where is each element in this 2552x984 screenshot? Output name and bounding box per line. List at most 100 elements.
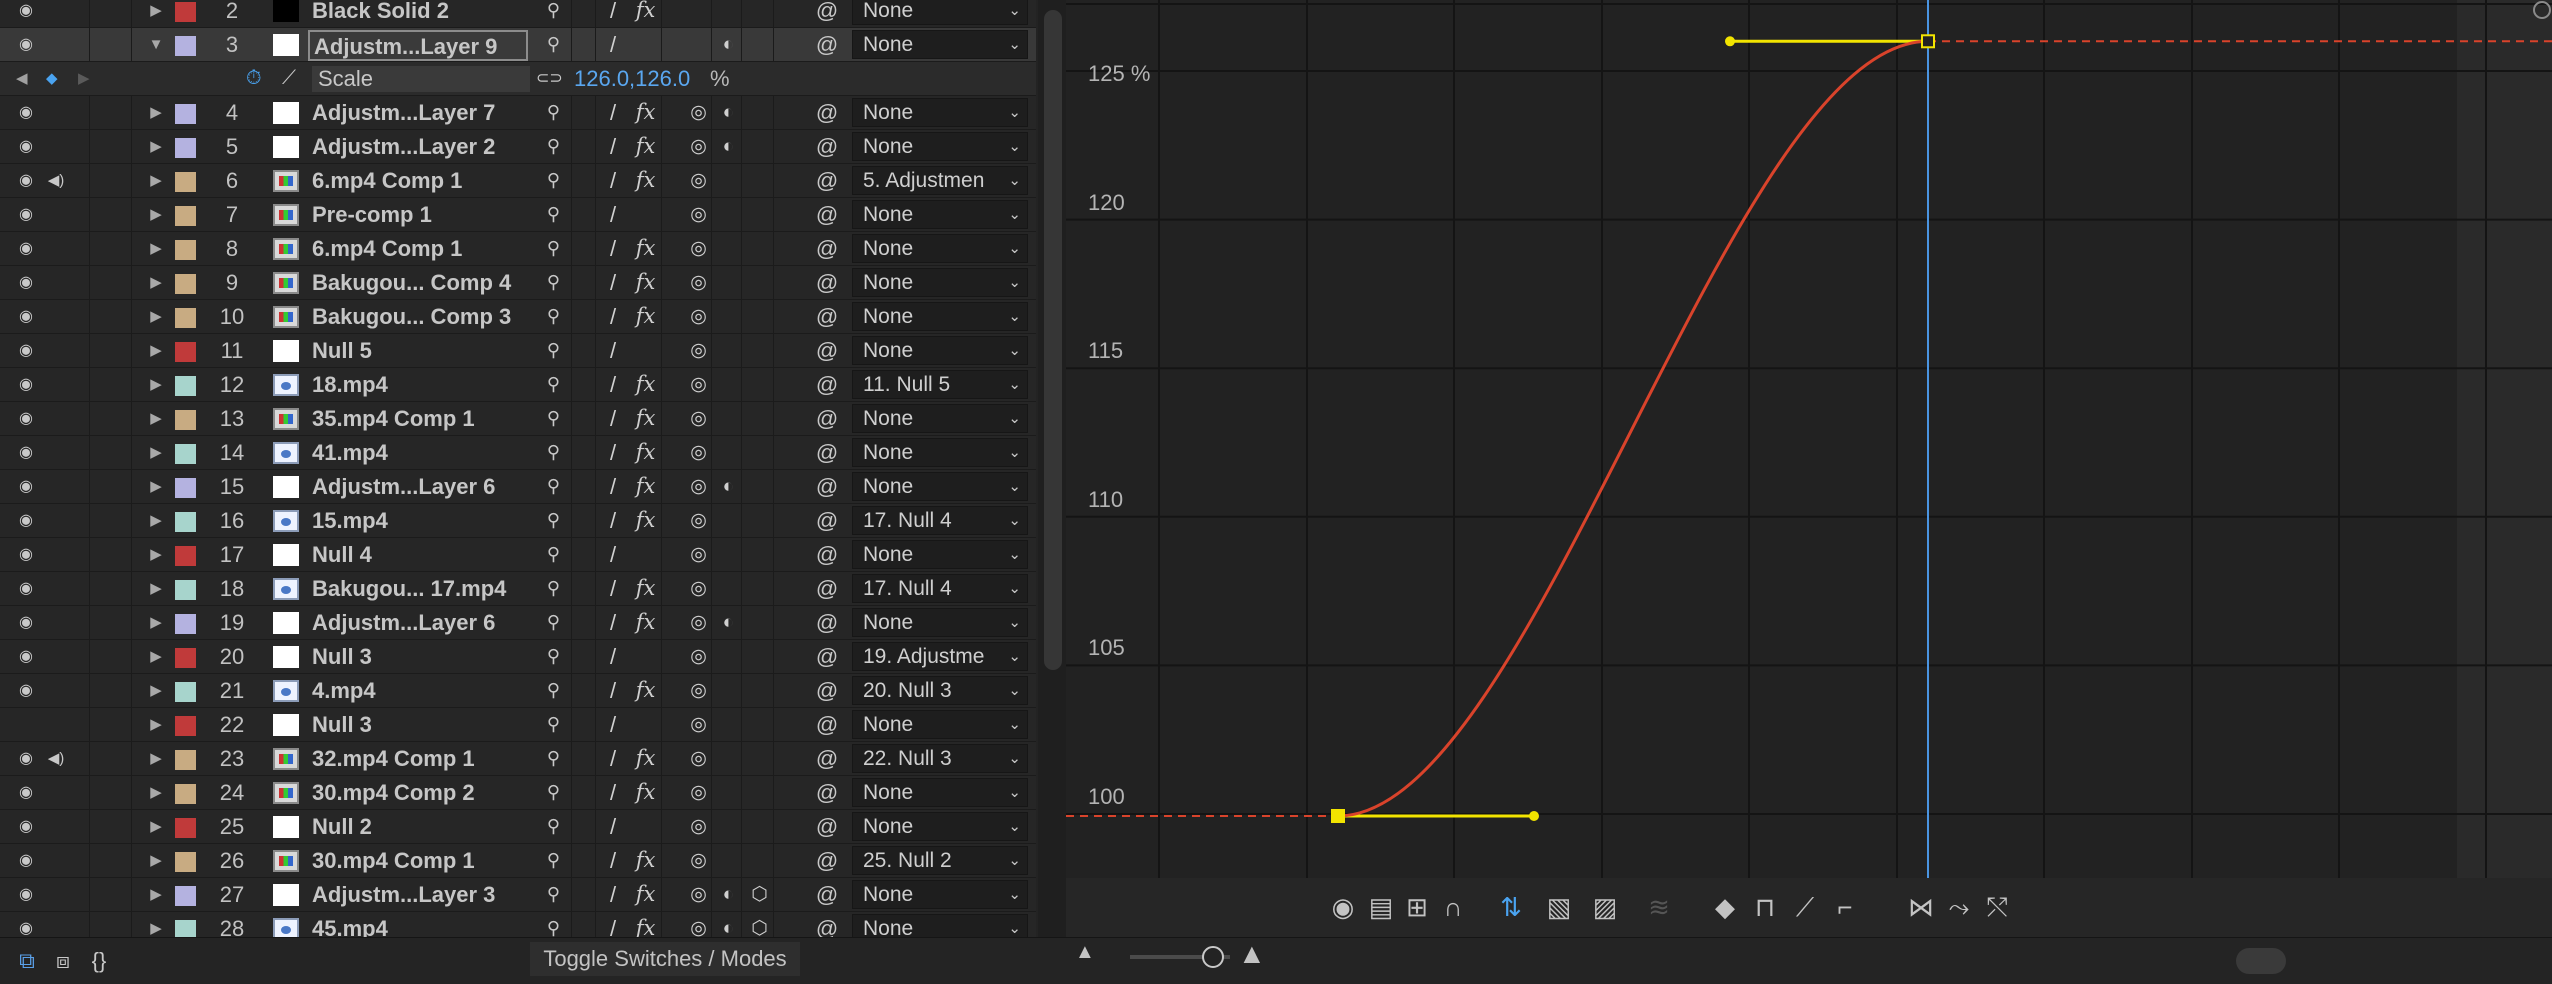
shy-layer-icon[interactable]: ⚲ xyxy=(536,300,572,333)
twirl-arrow-icon[interactable]: ▶ xyxy=(146,708,166,741)
pick-whip-icon[interactable]: @ xyxy=(812,504,842,537)
layer-row[interactable]: ◉ ◀) ▶ 23 32.mp4 Comp 1 ⚲ / fx ◎ @22. Null 3 ⌄ xyxy=(0,742,1036,776)
quality-slash-icon[interactable]: / xyxy=(598,640,628,673)
3d-layer-icon[interactable] xyxy=(746,640,774,673)
layer-row[interactable]: ◉ ▶ 24 30.mp4 Comp 2 ⚲ / fx ◎ @ None ⌄ xyxy=(0,776,1036,810)
layer-name[interactable]: 6.mp4 Comp 1 xyxy=(312,164,532,197)
solo-switch[interactable] xyxy=(70,436,90,469)
visibility-eye-icon[interactable]: ◉ xyxy=(8,912,44,937)
lock-switch[interactable] xyxy=(92,334,132,367)
layer-row[interactable]: ◉ ▶ 17 Null 4 ⚲ / ◎ @ None ⌄ xyxy=(0,538,1036,572)
visibility-eye-icon[interactable] xyxy=(8,708,44,741)
shy-layer-icon[interactable]: ⚲ xyxy=(536,0,572,27)
collapse-switch[interactable] xyxy=(574,912,596,937)
parent-dropdown[interactable]: 22. Null 3 ⌄ xyxy=(852,744,1028,773)
collapse-switch[interactable] xyxy=(574,640,596,673)
collapse-switch[interactable] xyxy=(574,470,596,503)
shy-layer-icon[interactable]: ⚲ xyxy=(536,96,572,129)
layer-row[interactable]: ◉ ▶ 26 30.mp4 Comp 1 ⚲ / fx ◎ @25. Null 2 ⌄ xyxy=(0,844,1036,878)
lock-switch[interactable] xyxy=(92,538,132,571)
audio-speaker-icon[interactable] xyxy=(44,912,68,937)
effects-fx-icon[interactable] xyxy=(630,640,662,673)
visibility-eye-icon[interactable]: ◉ xyxy=(8,96,44,129)
transfer-controls-icon[interactable]: ⧈ xyxy=(48,946,78,976)
visibility-eye-icon[interactable]: ◉ xyxy=(8,606,44,639)
audio-speaker-icon[interactable] xyxy=(44,470,68,503)
quality-slash-icon[interactable]: / xyxy=(598,232,628,265)
3d-layer-icon[interactable] xyxy=(746,300,774,333)
parent-dropdown[interactable]: None ⌄ xyxy=(852,30,1028,59)
label-color-swatch[interactable] xyxy=(175,444,196,464)
layer-name[interactable]: 41.mp4 xyxy=(312,436,532,469)
parent-dropdown[interactable]: None ⌄ xyxy=(852,472,1028,501)
lock-switch[interactable] xyxy=(92,572,132,605)
3d-layer-icon[interactable] xyxy=(746,198,774,231)
adjustment-layer-icon[interactable] xyxy=(716,300,742,333)
graph-canvas[interactable] xyxy=(1066,0,2552,878)
audio-speaker-icon[interactable] xyxy=(44,640,68,673)
twirl-arrow-icon[interactable]: ▶ xyxy=(146,640,166,673)
adjustment-layer-icon[interactable] xyxy=(716,572,742,605)
motion-blur-icon[interactable]: ◎ xyxy=(686,164,712,197)
motion-blur-icon[interactable]: ◎ xyxy=(686,232,712,265)
lock-switch[interactable] xyxy=(92,640,132,673)
parent-dropdown[interactable]: None ⌄ xyxy=(852,710,1028,739)
parent-dropdown[interactable]: 17. Null 4 ⌄ xyxy=(852,574,1028,603)
fit-selection-icon[interactable]: ▧ xyxy=(1540,888,1578,926)
twirl-arrow-icon[interactable]: ▼ xyxy=(146,28,166,61)
audio-speaker-icon[interactable] xyxy=(44,606,68,639)
motion-blur-icon[interactable]: ◎ xyxy=(686,334,712,367)
shy-layer-icon[interactable]: ⚲ xyxy=(536,368,572,401)
motion-blur-icon[interactable]: ◎ xyxy=(686,640,712,673)
adjustment-layer-icon[interactable] xyxy=(716,436,742,469)
twirl-arrow-icon[interactable]: ▶ xyxy=(146,912,166,937)
label-color-swatch[interactable] xyxy=(175,614,196,634)
effects-fx-icon[interactable] xyxy=(630,708,662,741)
visibility-eye-icon[interactable]: ◉ xyxy=(8,538,44,571)
pick-whip-icon[interactable]: @ xyxy=(812,674,842,707)
3d-layer-icon[interactable] xyxy=(746,232,774,265)
audio-speaker-icon[interactable] xyxy=(44,504,68,537)
navigator-handle[interactable] xyxy=(2236,948,2286,974)
adjustment-layer-icon[interactable] xyxy=(716,232,742,265)
layer-name[interactable]: 30.mp4 Comp 2 xyxy=(312,776,532,809)
lock-switch[interactable] xyxy=(92,878,132,911)
effects-fx-icon[interactable]: fx xyxy=(630,572,662,605)
adjustment-layer-icon[interactable]: ◐ xyxy=(716,470,742,503)
audio-speaker-icon[interactable] xyxy=(44,674,68,707)
layer-row[interactable]: ◉ ▶ 9 Bakugou... Comp 4 ⚲ / fx ◎ @ None ⌄ xyxy=(0,266,1036,300)
hold-keyframe-icon[interactable]: ⊓ xyxy=(1746,888,1784,926)
parent-dropdown[interactable]: 25. Null 2 ⌄ xyxy=(852,846,1028,875)
solo-switch[interactable] xyxy=(70,368,90,401)
twirl-arrow-icon[interactable]: ▶ xyxy=(146,504,166,537)
audio-speaker-icon[interactable] xyxy=(44,334,68,367)
3d-layer-icon[interactable] xyxy=(746,266,774,299)
visibility-eye-icon[interactable]: ◉ xyxy=(8,810,44,843)
lock-switch[interactable] xyxy=(92,164,132,197)
keyframe-diamond-icon[interactable]: ◆ xyxy=(46,62,58,95)
effects-fx-icon[interactable]: fx xyxy=(630,878,662,911)
graph-editor[interactable]: 125 % 120 115 110 105 100 xyxy=(1066,0,2552,878)
effects-fx-icon[interactable]: fx xyxy=(630,742,662,775)
audio-speaker-icon[interactable] xyxy=(44,538,68,571)
adjustment-layer-icon[interactable]: ◐ xyxy=(716,606,742,639)
audio-speaker-icon[interactable] xyxy=(44,232,68,265)
adjustment-layer-icon[interactable] xyxy=(716,674,742,707)
layer-name[interactable]: 6.mp4 Comp 1 xyxy=(312,232,532,265)
visibility-eye-icon[interactable]: ◉ xyxy=(8,742,44,775)
collapse-switch[interactable] xyxy=(574,28,596,61)
layer-name[interactable]: Adjustm...Layer 6 xyxy=(312,470,532,503)
quality-slash-icon[interactable]: / xyxy=(598,912,628,937)
solo-switch[interactable] xyxy=(70,640,90,673)
quality-slash-icon[interactable]: / xyxy=(598,164,628,197)
twirl-arrow-icon[interactable]: ▶ xyxy=(146,844,166,877)
label-color-swatch[interactable] xyxy=(175,682,196,702)
shy-layer-icon[interactable]: ⚲ xyxy=(536,504,572,537)
visibility-eye-icon[interactable]: ◉ xyxy=(8,572,44,605)
collapse-switch[interactable] xyxy=(574,436,596,469)
visibility-eye-icon[interactable]: ◉ xyxy=(8,844,44,877)
label-color-swatch[interactable] xyxy=(175,206,196,226)
pick-whip-icon[interactable]: @ xyxy=(812,28,842,61)
twirl-arrow-icon[interactable]: ▶ xyxy=(146,436,166,469)
lock-switch[interactable] xyxy=(92,300,132,333)
